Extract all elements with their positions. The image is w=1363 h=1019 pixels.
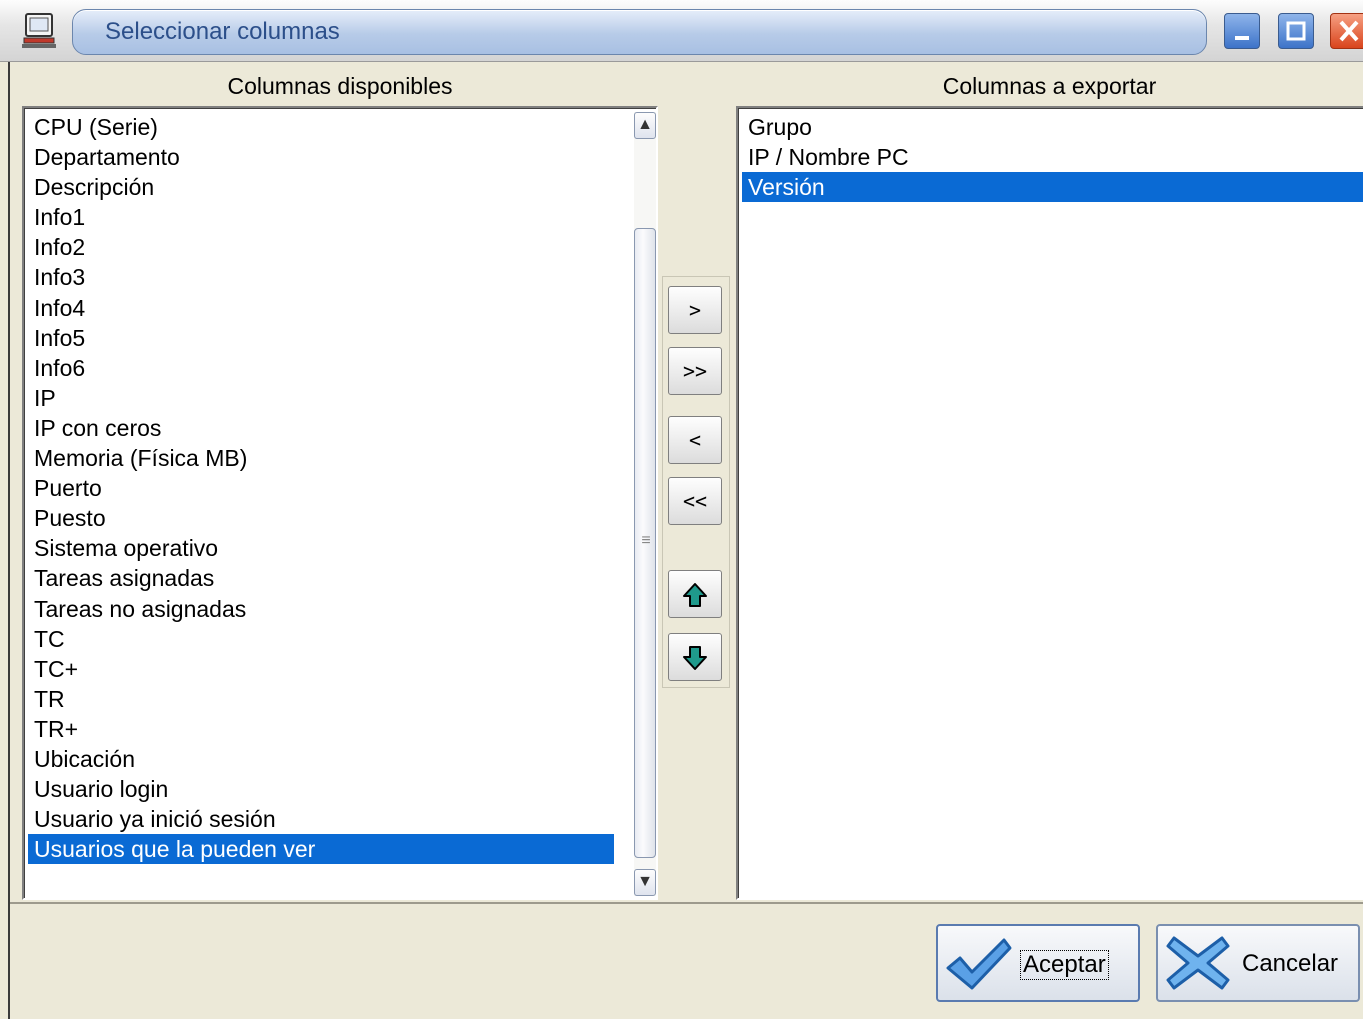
list-item[interactable]: Memoria (Física MB): [28, 443, 614, 473]
x-icon: [1166, 936, 1230, 990]
remove-column-button[interactable]: <: [668, 416, 722, 464]
move-down-button[interactable]: [668, 633, 722, 681]
maximize-icon: [1286, 21, 1306, 41]
list-item[interactable]: TC: [28, 624, 614, 654]
list-item[interactable]: TC+: [28, 654, 614, 684]
scrollbar-thumb[interactable]: ≡: [634, 228, 656, 858]
available-columns-listbox[interactable]: CPU (Serie) Departamento Descripción Inf…: [22, 106, 658, 900]
maximize-button[interactable]: [1278, 13, 1314, 49]
minimize-icon: [1235, 36, 1249, 40]
list-item-selected[interactable]: Versión: [742, 172, 1363, 203]
available-columns-list: CPU (Serie) Departamento Descripción Inf…: [28, 112, 614, 865]
list-item[interactable]: Grupo: [742, 112, 1363, 142]
list-item[interactable]: Puesto: [28, 503, 614, 533]
arrow-down-icon: [683, 646, 707, 670]
list-item[interactable]: Tareas no asignadas: [28, 594, 614, 624]
ok-button[interactable]: Aceptar: [936, 924, 1140, 1002]
list-item[interactable]: Info3: [28, 262, 614, 292]
move-up-button[interactable]: [668, 570, 722, 618]
list-item[interactable]: Departamento: [28, 142, 614, 172]
list-item-selected[interactable]: Usuarios que la pueden ver: [28, 834, 614, 865]
grip-icon: ≡: [641, 532, 651, 549]
list-item[interactable]: TR+: [28, 714, 614, 744]
list-item[interactable]: Puerto: [28, 473, 614, 503]
remove-all-columns-button[interactable]: <<: [668, 477, 722, 525]
list-item[interactable]: Sistema operativo: [28, 533, 614, 563]
list-item[interactable]: Info6: [28, 353, 614, 383]
list-item[interactable]: Info2: [28, 232, 614, 262]
list-item[interactable]: Info4: [28, 293, 614, 323]
window-title: Seleccionar columnas: [105, 18, 340, 45]
close-icon: [1339, 20, 1359, 42]
list-item[interactable]: TR: [28, 684, 614, 714]
list-item[interactable]: Usuario ya inició sesión: [28, 804, 614, 834]
export-columns-header: Columnas a exportar: [736, 66, 1363, 106]
export-columns-list: Grupo IP / Nombre PC Versión: [742, 112, 1363, 203]
list-item[interactable]: IP: [28, 383, 614, 413]
chevron-down-icon: ▼: [637, 873, 653, 890]
available-columns-header: Columnas disponibles: [22, 66, 658, 106]
scroll-down-button[interactable]: ▼: [634, 869, 656, 896]
ok-button-label: Aceptar: [1020, 950, 1109, 980]
export-columns-listbox[interactable]: Grupo IP / Nombre PC Versión: [736, 106, 1363, 900]
cancel-button[interactable]: Cancelar: [1156, 924, 1360, 1002]
computer-icon: [22, 13, 56, 48]
minimize-button[interactable]: [1224, 13, 1260, 49]
scroll-up-button[interactable]: ▲: [634, 112, 656, 139]
vertical-scrollbar[interactable]: ▲ ≡ ▼: [634, 112, 656, 896]
add-all-columns-button[interactable]: >>: [668, 347, 722, 395]
arrow-up-icon: [683, 583, 707, 607]
list-item[interactable]: Info5: [28, 323, 614, 353]
window-frame: [0, 62, 10, 1019]
close-button[interactable]: [1330, 13, 1363, 49]
checkmark-icon: [946, 938, 1012, 990]
list-item[interactable]: Tareas asignadas: [28, 563, 614, 593]
list-item[interactable]: Ubicación: [28, 744, 614, 774]
list-item[interactable]: Info1: [28, 202, 614, 232]
list-item[interactable]: Usuario login: [28, 774, 614, 804]
cancel-button-label: Cancelar: [1242, 950, 1339, 977]
list-item[interactable]: IP / Nombre PC: [742, 142, 1363, 172]
add-column-button[interactable]: >: [668, 286, 722, 334]
chevron-up-icon: ▲: [637, 116, 653, 133]
list-item[interactable]: IP con ceros: [28, 413, 614, 443]
list-item[interactable]: CPU (Serie): [28, 112, 614, 142]
list-item[interactable]: Descripción: [28, 172, 614, 202]
